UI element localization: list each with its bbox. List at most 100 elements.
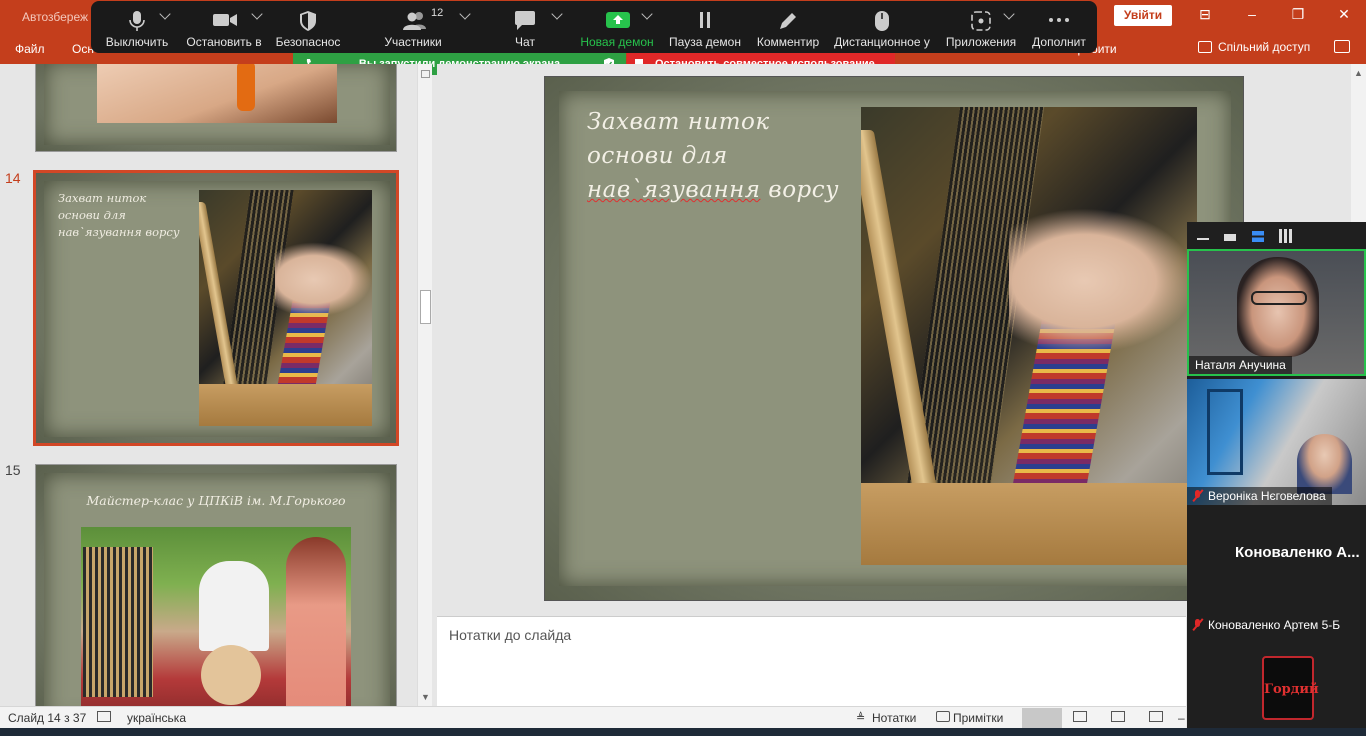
sign-in-button[interactable]: Увійти: [1114, 5, 1172, 26]
windows-taskbar: [0, 728, 1366, 736]
thumbnail-title: Майстер-клас у ЦПКіВ ім. М.Горького: [86, 493, 346, 508]
child-head: [201, 645, 261, 705]
video-tile[interactable]: Вероніка Нєговелова: [1187, 379, 1366, 505]
scroll-up-arrow[interactable]: ▲: [1354, 68, 1363, 78]
background-door: [1207, 389, 1243, 475]
slide-counter[interactable]: Слайд 14 з 37: [8, 711, 86, 725]
mute-button[interactable]: Выключить: [101, 1, 173, 53]
security-button[interactable]: Безопаснос: [273, 1, 343, 53]
slide-title-line-3: нав`язування ворсу: [587, 173, 839, 207]
slide-title[interactable]: Захват ниток основи для нав`язування вор…: [587, 105, 839, 207]
reading-view-icon[interactable]: [1111, 711, 1125, 722]
more-button[interactable]: Дополнит: [1027, 1, 1091, 53]
language-indicator[interactable]: українська: [127, 711, 186, 725]
misspelled-word[interactable]: нав`язування: [587, 177, 761, 203]
remote-control-button[interactable]: Дистанционное у: [831, 1, 933, 53]
tab-file[interactable]: Файл: [15, 42, 45, 56]
thumbnails-scrollbar[interactable]: ▼: [417, 64, 432, 706]
chevron-down-icon[interactable]: [459, 8, 471, 20]
loom-photo: [199, 190, 372, 426]
remote-control-label: Дистанционное у: [834, 35, 930, 49]
muted-microphone-icon: [1193, 619, 1202, 630]
apps-icon: [969, 10, 993, 31]
stop-video-label: Остановить в: [186, 35, 262, 49]
new-share-label: Новая демон: [580, 35, 654, 49]
slide-scrollbar[interactable]: ▲: [1351, 64, 1366, 224]
participant-name-text: Коноваленко Артем 5-Б: [1208, 618, 1341, 632]
scrollbar-thumb[interactable]: [420, 290, 431, 324]
shield-icon: [296, 10, 320, 31]
mute-label: Выключить: [105, 35, 169, 49]
slide-thumbnail-13[interactable]: [35, 64, 397, 152]
floor: [861, 482, 1197, 565]
spellcheck-icon[interactable]: [97, 711, 111, 722]
close-icon[interactable]: ✕: [1332, 6, 1356, 23]
video-tile[interactable]: Коноваленко А... Коноваленко Артем 5-Б: [1187, 508, 1366, 634]
loom-photo[interactable]: [861, 107, 1197, 565]
pause-share-button[interactable]: Пауза демон: [667, 1, 743, 53]
maximize-icon[interactable]: ❐: [1286, 6, 1310, 23]
security-label: Безопаснос: [275, 35, 341, 49]
participant-face: [1297, 434, 1352, 494]
video-panel-header: [1187, 222, 1366, 249]
video-tile-active-speaker[interactable]: Наталя Анучина: [1187, 249, 1366, 376]
mouse-icon: [870, 10, 894, 31]
slide-number-15: 15: [5, 462, 21, 478]
participant-name: Наталя Анучина: [1189, 356, 1292, 374]
participants-count: 12: [431, 7, 444, 19]
zoom-slider-minus[interactable]: –: [1178, 711, 1185, 725]
share-button[interactable]: Спільний доступ: [1198, 40, 1310, 54]
stop-video-button[interactable]: Остановить в: [183, 1, 265, 53]
more-label: Дополнит: [1032, 35, 1086, 49]
ribbon-display-icon[interactable]: ⊟: [1193, 6, 1217, 23]
pause-icon: [693, 10, 717, 30]
participant-name: Коноваленко Артем 5-Б: [1187, 616, 1346, 634]
normal-view-button[interactable]: [1022, 708, 1062, 728]
current-slide[interactable]: Захват ниток основи для нав`язування вор…: [544, 76, 1244, 601]
minimize-video-icon[interactable]: [1197, 238, 1209, 240]
person-white-shirt: [199, 561, 269, 651]
comments-toggle[interactable]: Примітки: [953, 711, 1003, 725]
glasses: [1251, 291, 1307, 305]
person-pink-shirt: [286, 537, 346, 706]
chevron-down-icon[interactable]: [551, 8, 563, 20]
slideshow-icon[interactable]: [1149, 711, 1163, 722]
minimize-icon[interactable]: –: [1240, 6, 1264, 22]
zoom-meeting-toolbar: Выключить Остановить в Безопаснос Участн…: [91, 1, 1097, 53]
participant-display-name: Коноваленко А...: [1235, 544, 1360, 561]
slide-number-14: 14: [5, 170, 21, 186]
thumbnail-title: Захват ниток основи для нав`язування вор…: [58, 191, 180, 239]
autosave-label[interactable]: Автозбереж: [22, 10, 88, 24]
chat-button[interactable]: Чат: [507, 1, 543, 53]
slide-title-line-1: Захват ниток: [587, 109, 770, 135]
apps-label: Приложения: [945, 35, 1017, 49]
floor: [199, 383, 372, 426]
notes-toggle[interactable]: Нотатки: [872, 711, 916, 725]
share-icon: [1198, 41, 1212, 53]
slide-sorter-icon[interactable]: [1073, 711, 1087, 722]
participant-name: Вероніка Нєговелова: [1187, 487, 1332, 505]
comments-icon[interactable]: [1334, 40, 1350, 53]
share-screen-icon: [605, 10, 630, 30]
slide-thumbnail-14[interactable]: Захват ниток основи для нав`язування вор…: [33, 170, 399, 446]
zoom-video-panel: Наталя Анучина Вероніка Нєговелова Конов…: [1187, 222, 1366, 728]
scroll-down-arrow[interactable]: ▼: [421, 692, 430, 702]
loom: [83, 547, 153, 697]
slide-thumbnail-15[interactable]: Майстер-клас у ЦПКіВ ім. М.Горького: [35, 464, 397, 706]
single-speaker-icon[interactable]: [1224, 234, 1236, 241]
notes-placeholder: Нотатки до слайда: [449, 627, 572, 643]
scroll-up-arrow[interactable]: [421, 70, 430, 78]
gallery-view-icon[interactable]: [1279, 229, 1293, 243]
workshop-photo: [81, 527, 351, 706]
active-speaker-view-icon[interactable]: [1252, 231, 1264, 242]
annotate-label: Комментир: [756, 35, 820, 49]
comment-icon: [936, 711, 950, 722]
slide-title-word: ворсу: [760, 177, 839, 203]
notes-icon: ≜: [856, 712, 866, 724]
status-bar: Слайд 14 з 37 українська ≜ Нотатки Примі…: [0, 706, 1186, 728]
participants-label: Участники: [384, 35, 442, 49]
notes-pane[interactable]: Нотатки до слайда: [437, 616, 1186, 706]
microphone-icon: [125, 10, 149, 31]
orange-yarn: [237, 64, 255, 111]
annotate-button[interactable]: Комментир: [753, 1, 823, 53]
